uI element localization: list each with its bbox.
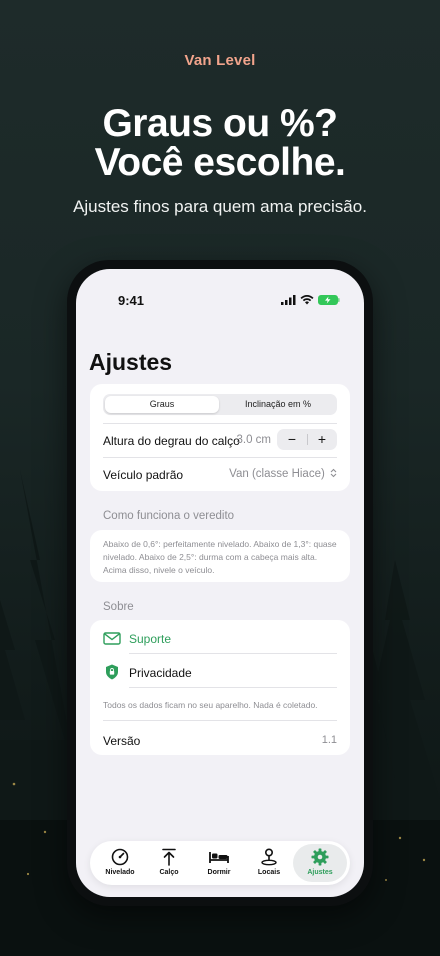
step-height-label: Altura do degrau do calço [103,434,240,448]
support-label: Suporte [129,632,172,646]
headline-line-1: Graus ou %? [102,102,338,145]
phone-frame: 9:41 Ajustes Graus Inclinação em % Altur… [67,260,373,906]
about-card: Suporte Privacidade Todos os dados ficam… [90,620,350,755]
cellular-signal-icon [281,295,296,305]
divider [129,687,337,688]
verdict-section-header: Como funciona o veredito [103,510,235,522]
tab-label: Calço [159,869,179,876]
tagline: Ajustes finos para quem ama precisão. [73,197,367,216]
tab-ajustes[interactable]: Ajustes [293,844,347,882]
tab-label: Ajustes [307,869,333,876]
status-icons [281,295,340,305]
version-value: 1.1 [321,734,337,746]
arrow-up-icon [162,848,176,866]
default-vehicle-value: Van (classe Hiace) [229,468,325,480]
divider [103,423,337,424]
status-bar: 9:41 [76,293,364,311]
chevron-up-down-icon [330,468,337,478]
shield-lock-icon [106,664,118,680]
tab-label: Locais [257,869,281,876]
divider [129,653,337,654]
segment-degrees[interactable]: Graus [105,396,219,413]
privacy-footnote: Todos os dados ficam no seu aparelho. Na… [103,700,318,710]
divider [103,720,337,721]
bed-icon [209,852,229,863]
location-pin-icon [261,848,277,866]
page-title: Ajustes [89,349,173,375]
tab-label: Nivelado [105,869,135,876]
brand-name: Van Level [184,52,256,69]
tab-nivelado[interactable]: Nivelado [95,844,145,882]
default-vehicle-picker[interactable]: Van (classe Hiace) [229,468,337,480]
gear-icon [311,848,329,866]
verdict-description: Abaixo de 0,6°: perfeitamente nivelado. … [103,539,337,575]
tab-calco[interactable]: Calço [144,844,194,882]
default-vehicle-row[interactable]: Veículo padrão Van (classe Hiace) [103,468,337,482]
phone-screen: 9:41 Ajustes Graus Inclinação em % Altur… [76,269,364,897]
decrement-button[interactable]: − [277,429,307,450]
version-row: Versão 1.1 [103,734,337,748]
headline: Graus ou %? Você escolhe. [0,104,440,182]
divider [103,457,337,458]
tab-dormir[interactable]: Dormir [194,844,244,882]
support-link[interactable]: Suporte [103,630,337,650]
headline-line-2: Você escolhe. [94,141,346,184]
tab-bar: Nivelado Calço Dormir Locais Ajustes [90,841,350,885]
privacy-label: Privacidade [129,666,192,680]
step-height-row: Altura do degrau do calço 3.0 cm − + [103,429,337,450]
tab-locais[interactable]: Locais [244,844,294,882]
step-height-value: 3.0 cm [236,434,271,446]
unit-segmented-control: Graus Inclinação em % [103,394,337,415]
default-vehicle-label: Veículo padrão [103,468,184,482]
privacy-link[interactable]: Privacidade [103,664,337,684]
segment-percent[interactable]: Inclinação em % [221,396,335,413]
verdict-card: Abaixo de 0,6°: perfeitamente nivelado. … [90,530,350,582]
version-label: Versão [103,734,141,748]
settings-card: Graus Inclinação em % Altura do degrau d… [90,384,350,491]
tab-label: Dormir [207,869,231,876]
about-section-header: Sobre [103,601,134,613]
status-time: 9:41 [118,293,145,308]
battery-charging-icon [318,295,340,305]
step-height-stepper: − + [277,429,337,450]
envelope-icon [103,632,121,645]
increment-button[interactable]: + [307,429,337,450]
wifi-icon [300,295,314,305]
gauge-icon [111,848,129,866]
